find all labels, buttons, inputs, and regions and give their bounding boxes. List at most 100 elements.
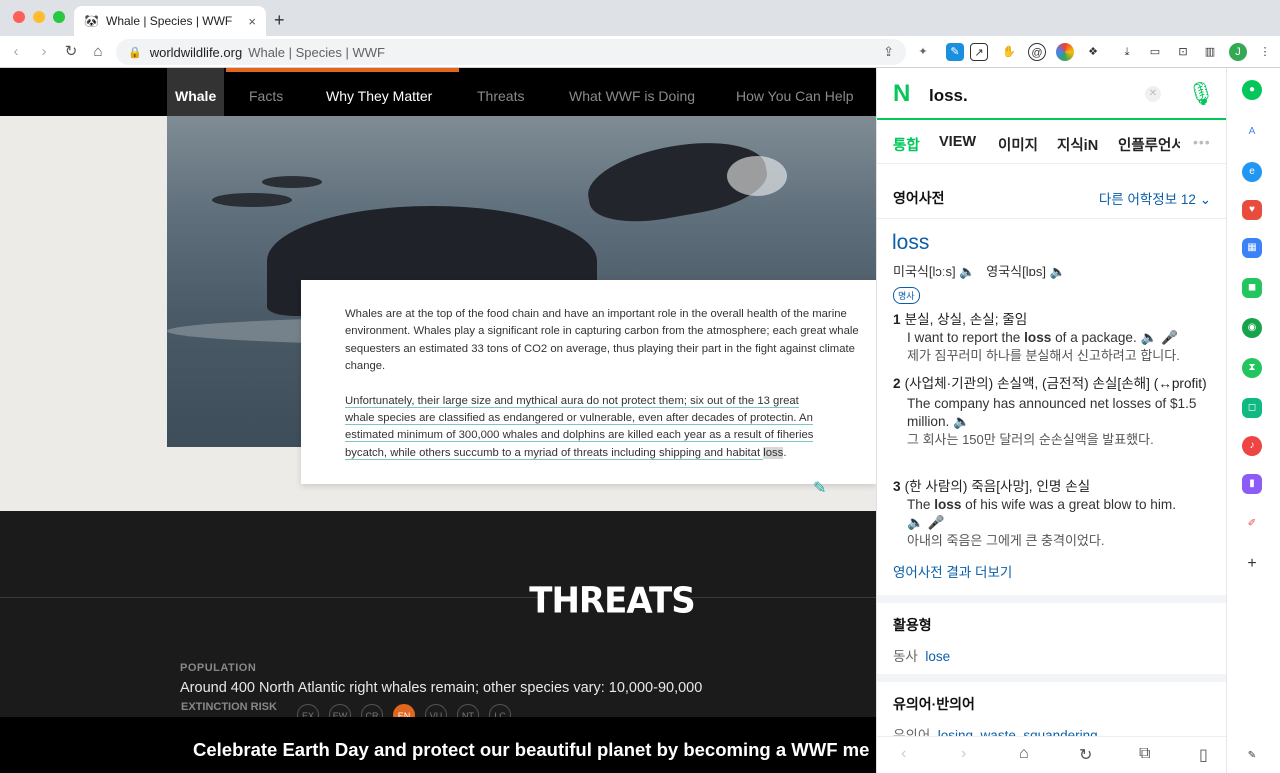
period: . <box>783 446 787 459</box>
nav-item-whale[interactable]: Whale <box>167 68 225 116</box>
dictionary-header: 영어사전 다른 어학정보 12 ⌄ <box>877 172 1226 217</box>
tab-images[interactable]: 이미지 <box>998 134 1038 155</box>
reload-icon[interactable]: ↻ <box>1079 745 1092 765</box>
chart-app-icon[interactable]: ⧗ <box>1242 358 1262 378</box>
search-query[interactable]: loss. <box>929 86 968 106</box>
speaker-icon[interactable]: 🔈 <box>907 515 924 530</box>
pron-uk: 영국식[lɒs] <box>986 264 1046 279</box>
more-tabs-icon[interactable]: ••• <box>1193 134 1211 150</box>
forward-icon[interactable]: › <box>961 745 966 763</box>
download-icon[interactable]: ⤓ <box>1118 43 1136 61</box>
browser-tab[interactable]: 🐼 Whale | Species | WWF × <box>74 6 266 36</box>
lock-icon: 🔒 <box>128 46 142 59</box>
synonyms-title: 유의어·반의어 <box>893 696 975 712</box>
microphone-icon[interactable]: 🎤 <box>928 515 945 530</box>
headword[interactable]: loss <box>892 231 929 255</box>
example-text: of his wife was a great blow to him. <box>961 497 1176 512</box>
tab-integrated[interactable]: 통합 <box>893 134 920 155</box>
edge-icon[interactable]: e <box>1242 162 1262 182</box>
splash <box>727 156 787 196</box>
pen-icon[interactable]: ✐ <box>1242 514 1262 534</box>
highlighter-pen-icon[interactable]: ✎ <box>813 478 826 498</box>
nav-item-facts[interactable]: Facts <box>249 68 283 116</box>
extension-icon-2[interactable]: ↗ <box>970 43 988 61</box>
new-tab-button[interactable]: + <box>274 10 285 31</box>
home-icon[interactable]: ⌂ <box>1019 745 1029 763</box>
audio-icon[interactable]: ▮ <box>1242 474 1262 494</box>
back-icon[interactable]: ‹ <box>901 745 906 763</box>
music-icon[interactable]: ♪ <box>1242 436 1262 456</box>
puzzle-icon[interactable]: ❖ <box>1084 43 1102 61</box>
speaker-icon[interactable]: 🔈 <box>959 264 975 279</box>
naver-app-icon[interactable]: ● <box>1242 80 1262 100</box>
divider <box>877 218 1226 219</box>
highlight-line: estimated minimum of 300,000 whales and … <box>345 429 783 443</box>
earth-day-banner[interactable]: Celebrate Earth Day and protect our beau… <box>0 717 876 773</box>
tab-influencer[interactable]: 인플루언서 <box>1118 134 1180 155</box>
tab-view[interactable]: VIEW <box>939 134 976 150</box>
close-tab-icon[interactable]: × <box>248 14 256 29</box>
nav-item-what-wwf-is-doing[interactable]: What WWF is Doing <box>569 68 695 116</box>
tab-knowledge-in[interactable]: 지식iN <box>1057 134 1098 155</box>
panda-icon: 🐼 <box>84 14 99 28</box>
reload-icon[interactable]: ↻ <box>60 41 82 63</box>
population-value: Around 400 North Atlantic right whales r… <box>180 680 703 696</box>
screenshot-icon[interactable]: ⊡ <box>1174 43 1192 61</box>
pin-icon[interactable]: ✎ <box>1242 746 1262 766</box>
naver-logo[interactable]: N <box>893 82 915 106</box>
mobile-view-icon[interactable]: ▯ <box>1199 745 1208 765</box>
notification-icon[interactable]: ◼ <box>1242 278 1262 298</box>
close-window-button[interactable] <box>13 11 25 23</box>
back-icon[interactable]: ‹ <box>5 41 27 63</box>
chevron-down-icon: ⌄ <box>1199 192 1211 207</box>
pron-us: 미국식[lɔːs] <box>893 264 956 279</box>
example-keyword: loss <box>1024 330 1052 345</box>
app-icon-7[interactable]: ◉ <box>1242 318 1262 338</box>
translate-icon[interactable]: A <box>1242 122 1262 142</box>
def-example: The company has announced net losses of … <box>907 395 1213 431</box>
nav-item-why-they-matter[interactable]: Why They Matter <box>326 68 432 116</box>
selected-word[interactable]: loss <box>763 446 784 459</box>
pronunciation: 미국식[lɔːs] 🔈 영국식[lɒs] 🔈 <box>893 261 1066 280</box>
panel-footer-nav: ‹ › ⌂ ↻ ⧉ ▯ <box>877 736 1226 773</box>
pocket-icon[interactable]: ♥ <box>1242 200 1262 220</box>
hand-icon[interactable]: ✋ <box>1000 43 1018 61</box>
dolphin <box>262 176 322 188</box>
menu-icon[interactable]: ⋮ <box>1256 43 1274 61</box>
home-icon[interactable]: ⌂ <box>87 41 109 63</box>
extension-icon-3[interactable]: @ <box>1028 43 1046 61</box>
speaker-icon[interactable]: 🔈 <box>953 414 970 429</box>
usage-label: 동사 <box>893 649 918 664</box>
chrome-ext-icon[interactable] <box>1056 43 1074 61</box>
profile-avatar[interactable]: J <box>1229 43 1247 61</box>
green-app-icon[interactable]: ◻ <box>1242 398 1262 418</box>
nav-item-how-you-can-help[interactable]: How You Can Help <box>736 68 854 116</box>
calendar-icon[interactable]: ▦ <box>1242 238 1262 258</box>
def-meaning: 분실, 상실, 손실; 줄임 <box>904 312 1028 327</box>
cast-icon[interactable]: ▭ <box>1146 43 1164 61</box>
microphone-icon[interactable]: 🎙 <box>1187 81 1215 107</box>
example-text: The company has announced net losses of … <box>907 396 1197 429</box>
address-bar[interactable]: 🔒 worldwildlife.org Whale | Species | WW… <box>116 39 906 65</box>
extension-icon-1[interactable]: ✎ <box>946 43 964 61</box>
nav-item-threats[interactable]: Threats <box>477 68 524 116</box>
zoom-window-button[interactable] <box>53 11 65 23</box>
extensions-puzzle-icon[interactable]: ✦ <box>914 43 932 61</box>
highlight-line: heries <box>782 429 814 443</box>
microphone-icon[interactable]: 🎤 <box>1161 330 1178 345</box>
copy-icon[interactable]: ⧉ <box>1139 745 1150 763</box>
speaker-icon[interactable]: 🔈 <box>1141 330 1158 345</box>
add-app-icon[interactable]: + <box>1242 554 1262 574</box>
wwf-section-nav: Whale Facts Why They Matter Threats What… <box>0 68 876 116</box>
forward-icon[interactable]: › <box>33 41 55 63</box>
dictionary-more-link[interactable]: 영어사전 결과 더보기 <box>893 561 1012 581</box>
speaker-icon[interactable]: 🔈 <box>1050 264 1066 279</box>
more-info-label: 다른 어학정보 12 <box>1098 192 1196 207</box>
sidebar-icon[interactable]: ▥ <box>1201 43 1219 61</box>
minimize-window-button[interactable] <box>33 11 45 23</box>
usage-link[interactable]: lose <box>925 649 950 664</box>
more-language-info[interactable]: 다른 어학정보 12 ⌄ <box>1099 188 1211 208</box>
clear-search-icon[interactable]: ✕ <box>1145 86 1161 102</box>
share-icon[interactable]: ⇪ <box>883 44 894 60</box>
example-text: The <box>907 497 935 512</box>
